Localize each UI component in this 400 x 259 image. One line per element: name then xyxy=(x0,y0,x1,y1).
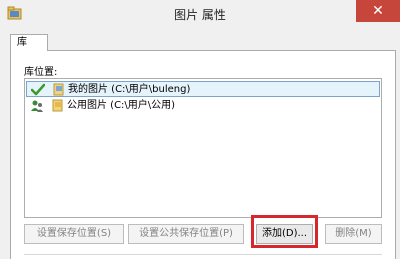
divider xyxy=(24,254,382,255)
title-bar: 图片 属性 ✕ xyxy=(0,0,400,28)
folder-icon xyxy=(53,83,64,96)
add-button-highlight xyxy=(251,215,318,248)
close-button[interactable]: ✕ xyxy=(356,0,400,22)
remove-button[interactable]: 删除(M) xyxy=(325,224,382,244)
check-mark-icon xyxy=(31,83,45,96)
list-item[interactable]: 公用图片 (C:\用户\公用) xyxy=(26,98,380,114)
library-locations-list[interactable]: 我的图片 (C:\用户\buleng) 公用图片 (C:\用户\公用) xyxy=(24,78,382,218)
list-item-label: 公用图片 (C:\用户\公用) xyxy=(67,100,176,111)
set-save-location-button[interactable]: 设置保存位置(S) xyxy=(24,224,124,244)
list-item[interactable]: 我的图片 (C:\用户\buleng) xyxy=(26,81,380,97)
tab-library[interactable]: 库 xyxy=(10,34,48,51)
set-public-save-location-button[interactable]: 设置公共保存位置(P) xyxy=(128,224,244,244)
library-locations-label: 库位置: xyxy=(24,67,58,78)
folder-icon xyxy=(52,99,63,112)
users-icon xyxy=(31,100,43,112)
window-title: 图片 属性 xyxy=(174,8,226,22)
list-item-label: 我的图片 (C:\用户\buleng) xyxy=(68,84,191,95)
close-icon: ✕ xyxy=(372,3,384,19)
